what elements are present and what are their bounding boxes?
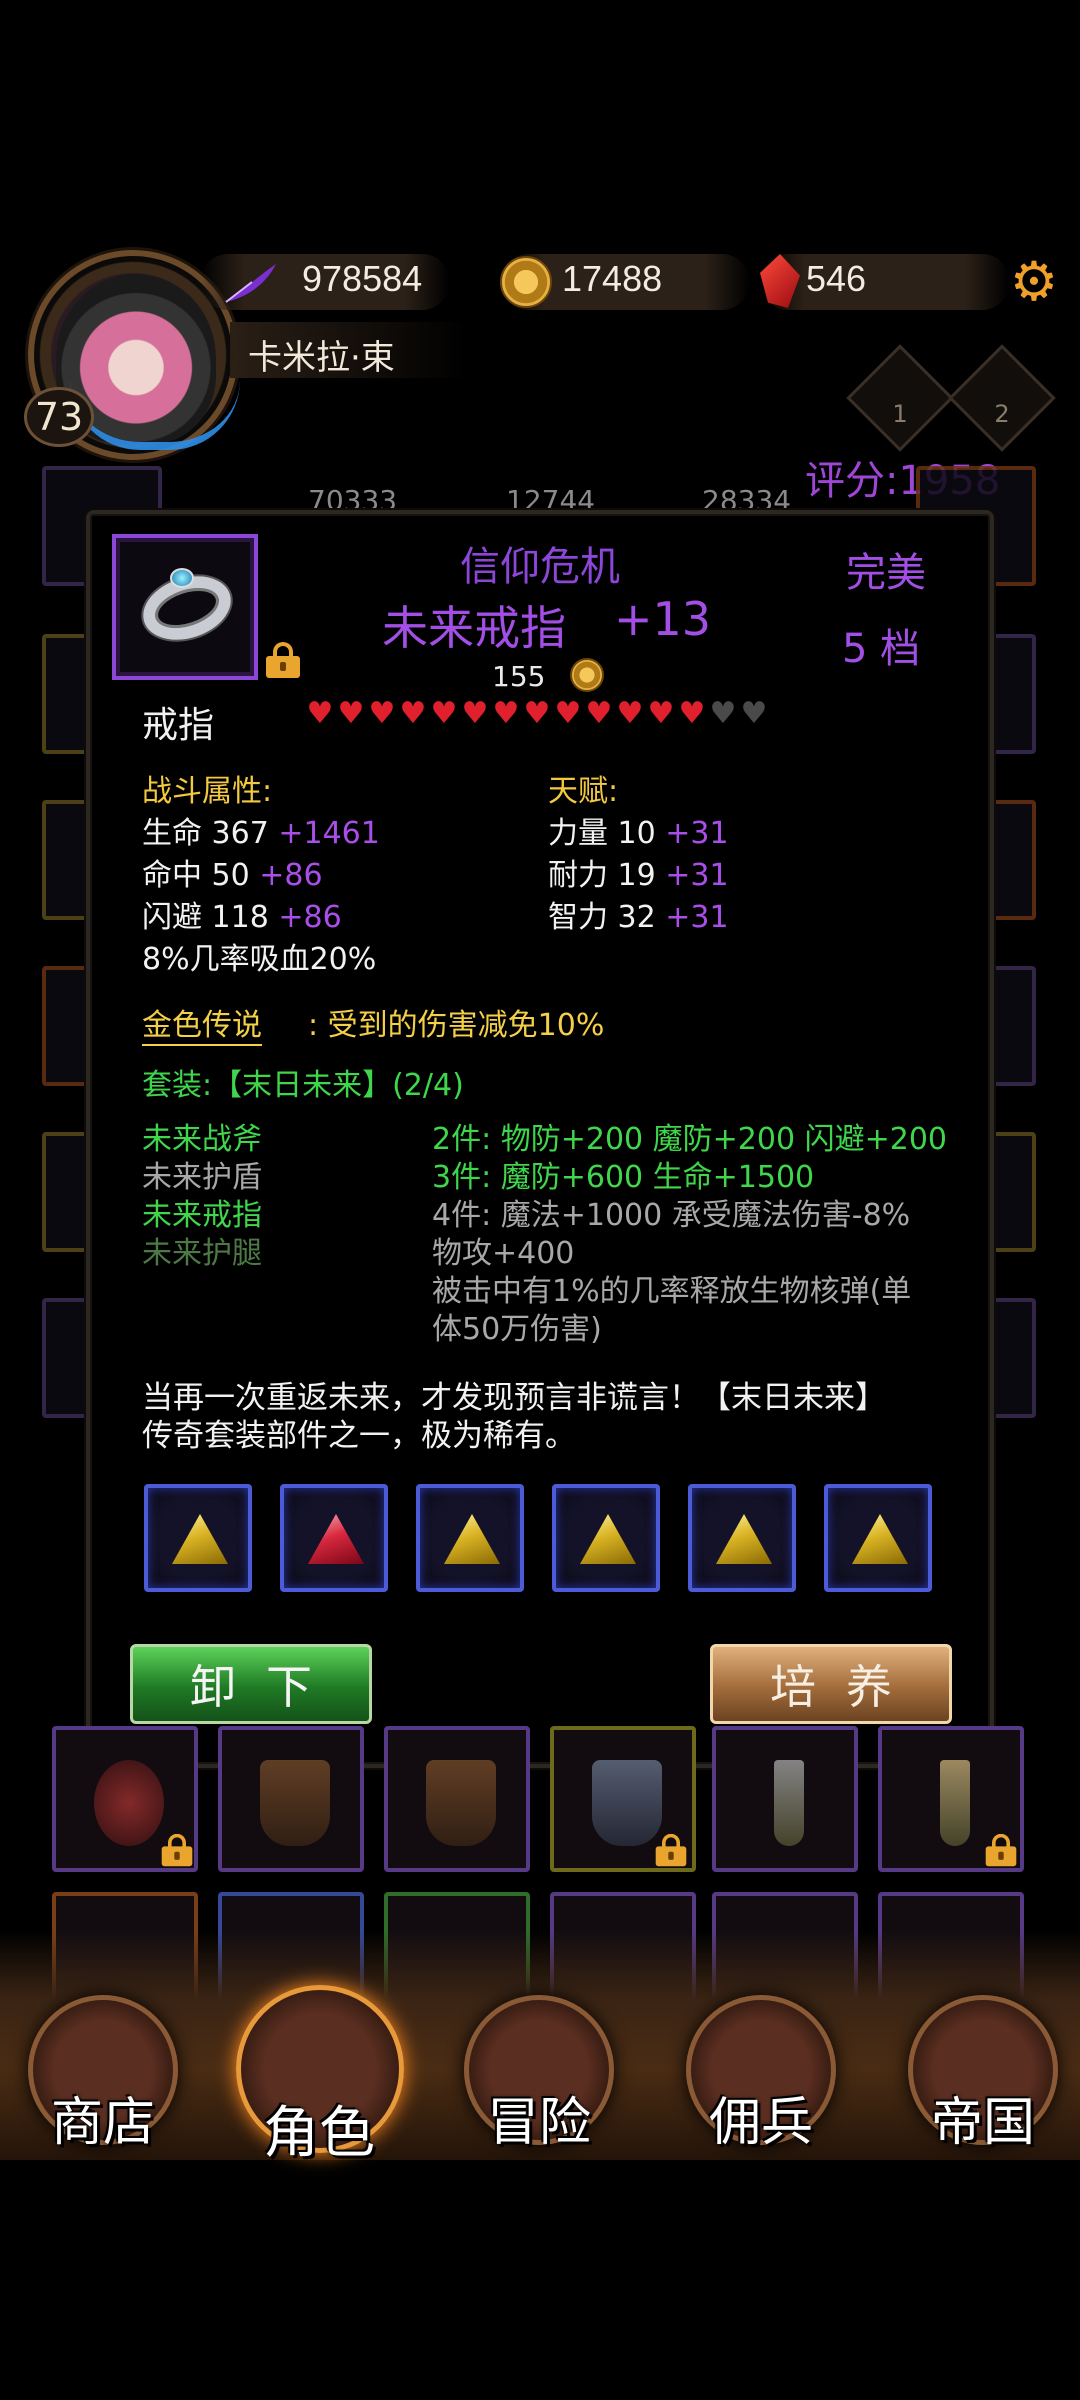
feather-amount: 978584 — [302, 258, 423, 299]
item-price: 155 — [492, 660, 546, 693]
rank-badge-2[interactable] — [948, 344, 1056, 452]
gem-socket-3[interactable] — [416, 1484, 524, 1592]
heart-filled-icon: ♥ — [399, 696, 427, 731]
heart-filled-icon: ♥ — [337, 696, 365, 731]
heart-filled-icon: ♥ — [430, 696, 458, 731]
set-title: 套装:【末日未来】(2/4) — [142, 1068, 464, 1103]
lock-icon — [161, 1833, 193, 1867]
yellow-gem-icon — [172, 1514, 228, 1564]
inventory-slot[interactable] — [712, 1726, 858, 1872]
gold-amount: 17488 — [562, 258, 663, 299]
yellow-gem-icon — [852, 1514, 908, 1564]
heart-filled-icon: ♥ — [492, 696, 520, 731]
heart-filled-icon: ♥ — [523, 696, 551, 731]
talent-strength: 力量 10 +31 — [548, 816, 729, 851]
heart-filled-icon: ♥ — [554, 696, 582, 731]
nav-mercenary-label: 佣兵 — [708, 2093, 813, 2153]
heart-filled-icon: ♥ — [678, 696, 706, 731]
item-type: 戒指 — [142, 705, 215, 746]
nav-adventure-label: 冒险 — [486, 2093, 591, 2153]
lock-icon — [985, 1833, 1017, 1867]
gold-coin-icon — [570, 658, 604, 692]
nav-character-label: 角色 — [263, 2101, 375, 2166]
item-enhance-level: +13 — [614, 592, 712, 646]
talent-intellect: 智力 32 +31 — [548, 900, 729, 935]
train-button[interactable]: 培养 — [710, 1644, 952, 1724]
combat-attributes-title: 战斗属性: — [142, 774, 273, 809]
legendary-effect: : 受到的伤害减免10% — [308, 1008, 605, 1043]
inventory-slot[interactable] — [218, 1726, 364, 1872]
player-level: 73 — [24, 387, 94, 447]
heart-filled-icon: ♥ — [616, 696, 644, 731]
stat-hp: 生命 367 +1461 — [142, 816, 380, 851]
settings-gear-icon[interactable]: ⚙ — [1006, 254, 1062, 310]
item-lore-line2: 传奇套装部件之一，极为稀有。 — [142, 1418, 576, 1454]
nav-shop-label: 商店 — [50, 2093, 155, 2153]
heart-empty-icon: ♥ — [709, 696, 737, 731]
lock-icon[interactable] — [266, 642, 300, 678]
heart-empty-icon: ♥ — [740, 696, 768, 731]
item-tier: 5 档 — [842, 626, 921, 672]
red-gem-icon — [308, 1514, 364, 1564]
rank-number-1: 1 — [892, 400, 908, 428]
talent-title: 天赋: — [548, 774, 619, 809]
stat-lifesteal: 8%几率吸血20% — [142, 942, 377, 977]
gold-coin-icon — [500, 256, 552, 308]
heart-filled-icon: ♥ — [306, 696, 334, 731]
gem-amount: 546 — [806, 258, 867, 299]
talent-stamina: 耐力 19 +31 — [548, 858, 729, 893]
heart-filled-icon: ♥ — [368, 696, 396, 731]
yellow-gem-icon — [580, 1514, 636, 1564]
gem-socket-4[interactable] — [552, 1484, 660, 1592]
heart-filled-icon: ♥ — [585, 696, 613, 731]
feather-icon — [225, 264, 276, 303]
unequip-button[interactable]: 卸下 — [130, 1644, 372, 1724]
inventory-slot[interactable] — [384, 1726, 530, 1872]
stat-dodge: 闪避 118 +86 — [142, 900, 342, 935]
heart-filled-icon: ♥ — [647, 696, 675, 731]
rank-number-2: 2 — [994, 400, 1010, 428]
heart-filled-icon: ♥ — [461, 696, 489, 731]
gem-socket-2[interactable] — [280, 1484, 388, 1592]
item-name: 未来戒指 — [382, 601, 566, 655]
gem-socket-1[interactable] — [144, 1484, 252, 1592]
star-rating: ♥ ♥ ♥ ♥ ♥ ♥ ♥ ♥ ♥ ♥ ♥ ♥ ♥ ♥ ♥ — [306, 696, 768, 731]
legendary-title: 金色传说 — [142, 1000, 262, 1046]
set-piece-legs: 未来护腿 — [142, 1236, 262, 1271]
nav-empire-label: 帝国 — [930, 2093, 1035, 2153]
set-bonus-4-line4: 体50万伤害) — [432, 1312, 602, 1347]
player-name: 卡米拉·束 — [248, 338, 395, 378]
lock-icon — [655, 1833, 687, 1867]
stat-hit: 命中 50 +86 — [142, 858, 323, 893]
item-quality: 完美 — [846, 550, 926, 596]
gem-socket-6[interactable] — [824, 1484, 932, 1592]
rank-badge-1[interactable] — [846, 344, 954, 452]
yellow-gem-icon — [716, 1514, 772, 1564]
gem-socket-5[interactable] — [688, 1484, 796, 1592]
yellow-gem-icon — [444, 1514, 500, 1564]
